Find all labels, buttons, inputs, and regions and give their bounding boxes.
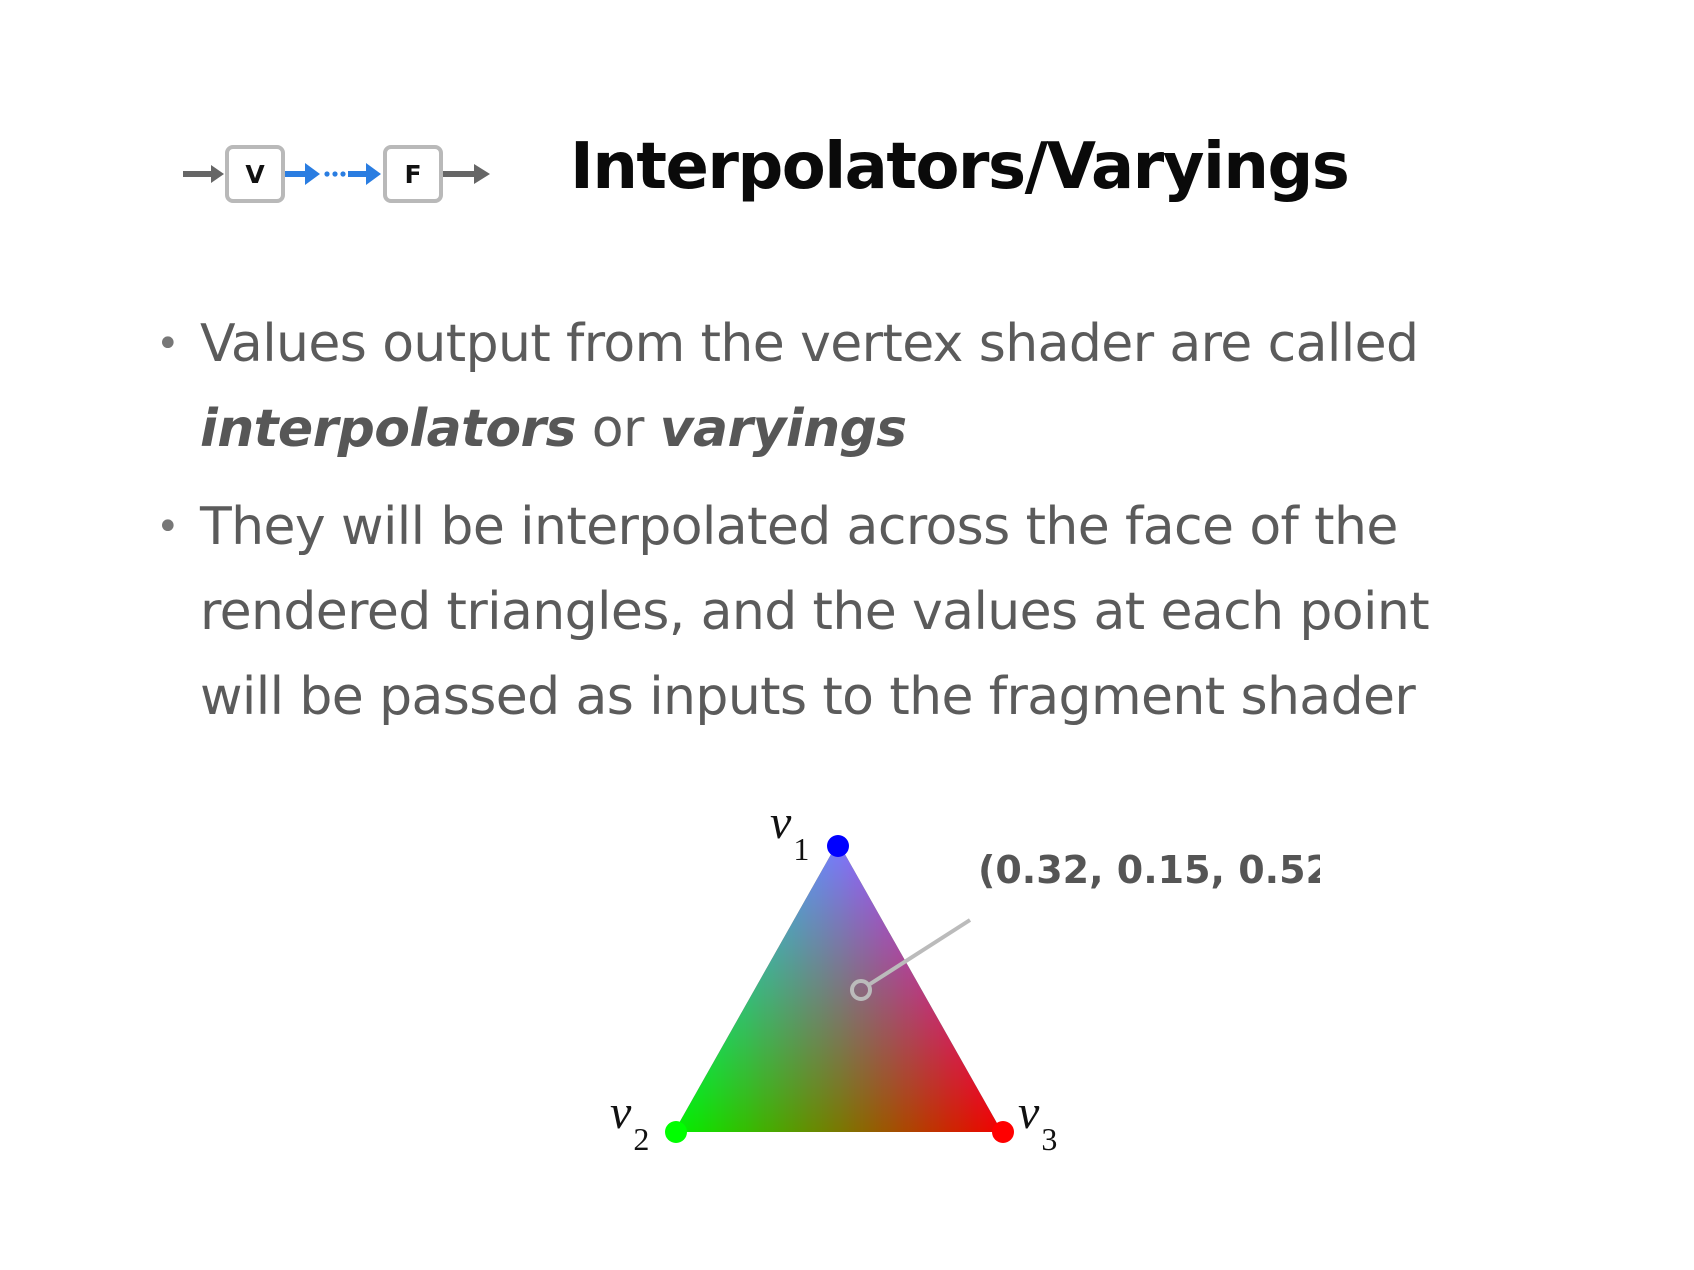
output-arrow [443,164,490,184]
interpolated-value-label: (0.32, 0.15, 0.52) [978,848,1320,892]
vertex-2-subscript: 2 [633,1121,649,1157]
vertex-2-dot [665,1121,687,1143]
pipeline-diagram-icon: V F [178,138,508,214]
bullet-dot: • [156,321,180,367]
vertex-3-label: v3 [1018,1086,1057,1157]
dot [340,171,346,177]
bullet-line: They will be interpolated across the fac… [200,497,1398,557]
interpolated-triangle-diagram: (0.32, 0.15, 0.52) v1 v2 v3 [610,796,1320,1157]
fragment-stage-box: F [383,145,443,203]
vertex-1-letter: v [770,796,792,849]
vertex-3-letter: v [1018,1086,1040,1139]
bullet-list: • Values output from the vertex shader a… [156,302,1656,753]
vertex-stage-box: V [225,145,285,203]
bullet-dot: • [156,504,180,550]
vertex-1-subscript: 1 [793,831,809,867]
bullet-line: Values output from the vertex shader are… [200,314,1419,374]
slide-title: Interpolators/Varyings [570,130,1350,204]
dot [324,171,330,177]
triangle-red-layer [674,842,1002,1132]
vertex-output-arrow [285,163,320,185]
dot [332,171,338,177]
vertex-3-subscript: 3 [1041,1121,1057,1157]
input-arrow [183,165,224,183]
vertex-2-letter: v [610,1086,632,1139]
vertex-2-label: v2 [610,1086,649,1157]
bullet-line: interpolators or varyings [200,387,1656,472]
bullet-line: rendered triangles, and the values at ea… [200,582,1430,642]
vertex-1-dot [827,835,849,857]
fragment-input-arrow [348,163,381,185]
term-varyings: varyings [659,399,907,459]
bullet-item: • They will be interpolated across the f… [156,485,1656,740]
triangle-fill [674,842,1002,1132]
vertex-1-label: v1 [770,796,809,867]
term-interpolators: interpolators [200,399,576,459]
connector-text: or [575,399,660,459]
bullet-line: will be passed as inputs to the fragment… [200,667,1416,727]
bullet-item: • Values output from the vertex shader a… [156,302,1656,472]
vertex-3-dot [992,1121,1014,1143]
